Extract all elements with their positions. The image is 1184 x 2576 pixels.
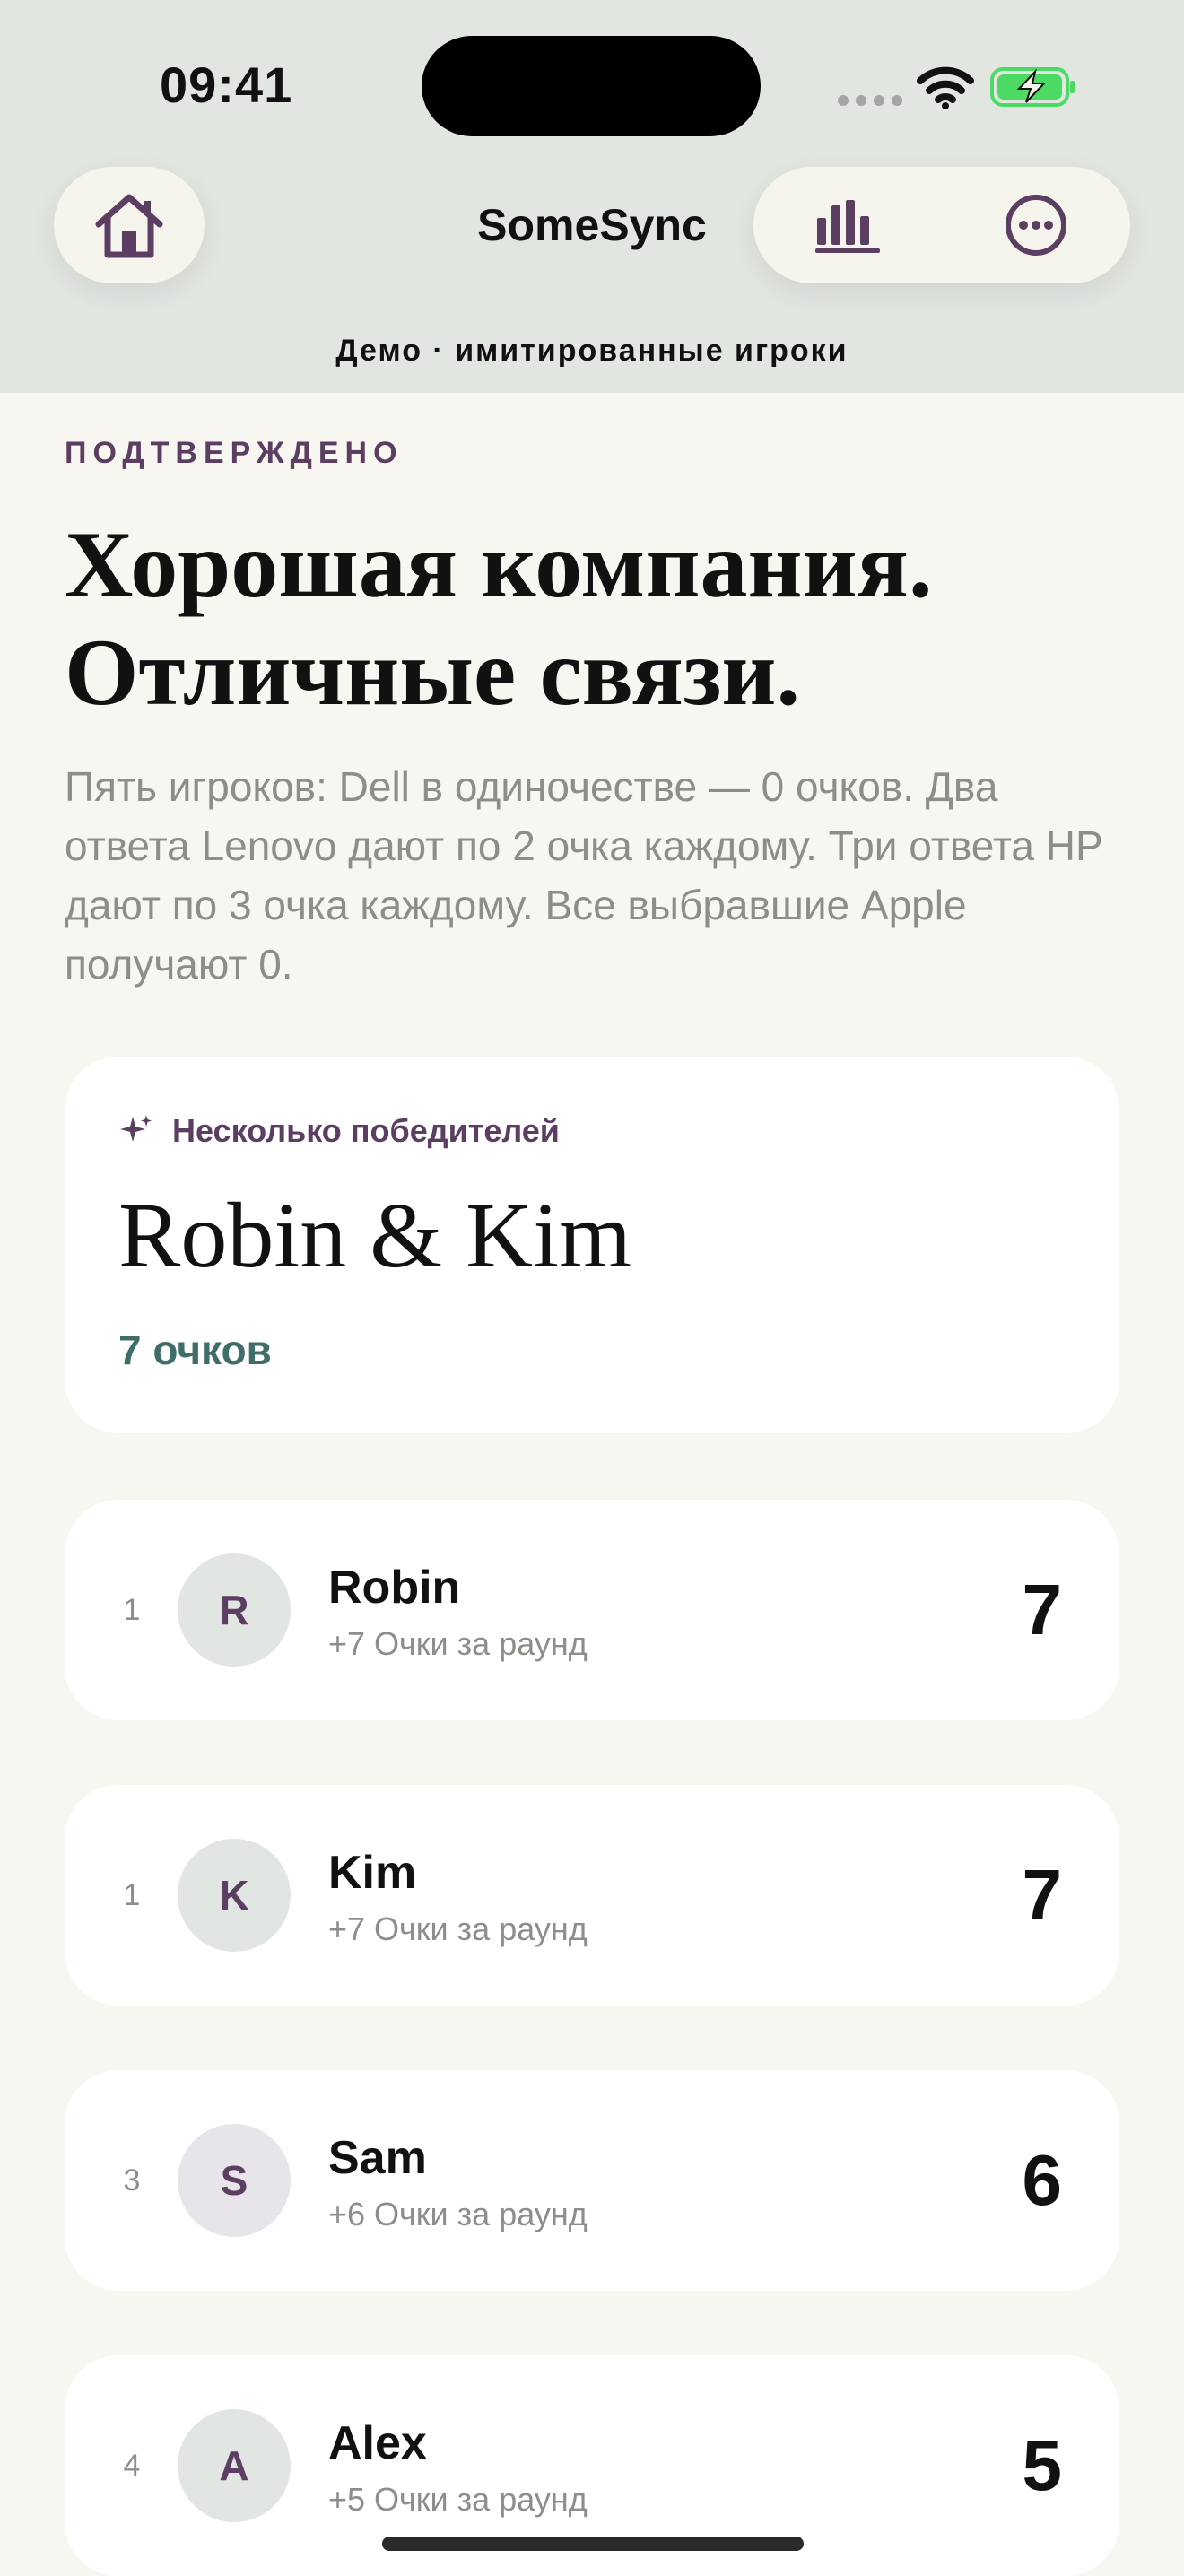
player-rank: 1 [123,1593,141,1627]
app-title: SomeSync [477,200,707,250]
winner-tag-label: Несколько победителей [172,1112,560,1149]
status-eyebrow: ПОДТВЕРЖДЕНО [65,436,404,470]
player-score: 6 [1022,2140,1063,2220]
dynamic-island [422,36,761,136]
home-button[interactable] [54,167,205,283]
round-points: +6 Очки за раунд [328,2196,588,2232]
leaderboard-row[interactable]: 1 K Kim +7 Очки за раунд 7 [65,1785,1119,2006]
avatar: K [178,1839,291,1952]
player-score: 7 [1022,1570,1063,1649]
top-bar: 09:41 SomeSync Демо · имитированные игро… [0,0,1184,393]
player-name: Robin [328,1562,461,1614]
winner-card: Несколько победителей Robin & Kim 7 очко… [65,1057,1119,1433]
battery-charging-icon [990,67,1075,107]
headline-line-2: Отличные связи. [65,620,800,725]
leaderboard-row[interactable]: 3 S Sam +6 Очки за раунд 6 [65,2070,1119,2291]
player-rank: 4 [123,2449,141,2483]
round-points: +7 Очки за раунд [328,1625,588,1662]
player-score: 5 [1022,2425,1063,2505]
winner-points: 7 очков [118,1327,272,1373]
home-icon [95,194,163,258]
player-name: Alex [328,2417,427,2469]
header-actions [753,167,1130,283]
home-indicator[interactable] [382,2537,804,2551]
winner-tag: Несколько победителей [118,1112,560,1150]
player-name: Kim [328,1847,417,1899]
avatar: A [178,2409,291,2522]
more-button[interactable] [982,180,1090,270]
cellular-signal-icon [838,95,902,106]
status-time: 09:41 [160,57,293,113]
avatar: R [178,1553,291,1667]
demo-mode-label: Демо · имитированные игроки [335,334,849,368]
more-icon [1006,195,1066,256]
sparkle-icon [120,1115,152,1142]
round-points: +5 Очки за раунд [328,2481,588,2518]
result-headline: Хорошая компания. Отличные связи. [65,511,1123,727]
player-name: Sam [328,2132,427,2184]
stats-button[interactable] [794,180,901,270]
headline-line-1: Хорошая компания. [65,512,933,617]
player-rank: 1 [123,1878,141,1912]
result-description: Пять игроков: Dell в одиночестве — 0 очк… [65,763,1102,988]
winner-names: Robin & Kim [118,1184,632,1287]
bar-chart-icon [815,200,880,253]
round-points: +7 Очки за раунд [328,1910,588,1947]
avatar: S [178,2124,291,2237]
player-score: 7 [1022,1855,1063,1935]
wifi-icon [917,66,974,109]
player-rank: 3 [123,2163,141,2197]
leaderboard-row[interactable]: 1 R Robin +7 Очки за раунд 7 [65,1500,1119,1720]
